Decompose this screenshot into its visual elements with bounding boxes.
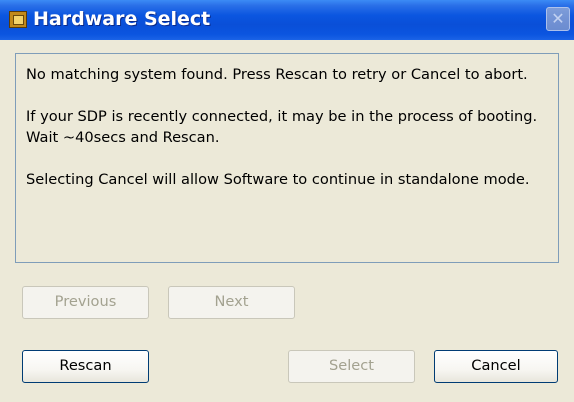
- previous-button[interactable]: Previous: [22, 286, 149, 319]
- message-paragraph-booting: If your SDP is recently connected, it ma…: [26, 108, 538, 146]
- labview-app-icon: [9, 11, 27, 28]
- app-icon-inner: [13, 15, 24, 25]
- hardware-select-dialog: Hardware Select ✕ No matching system fou…: [0, 0, 574, 402]
- window-title: Hardware Select: [33, 8, 211, 30]
- select-button[interactable]: Select: [288, 350, 415, 383]
- title-bar[interactable]: Hardware Select ✕: [0, 0, 574, 40]
- rescan-button[interactable]: Rescan: [22, 350, 149, 383]
- message-paragraph-standalone: Selecting Cancel will allow Software to …: [26, 171, 530, 188]
- next-button[interactable]: Next: [168, 286, 295, 319]
- close-icon[interactable]: ✕: [546, 7, 570, 31]
- cancel-button[interactable]: Cancel: [434, 350, 558, 383]
- message-paragraph-no-match: No matching system found. Press Rescan t…: [26, 66, 528, 83]
- message-panel: No matching system found. Press Rescan t…: [15, 53, 559, 263]
